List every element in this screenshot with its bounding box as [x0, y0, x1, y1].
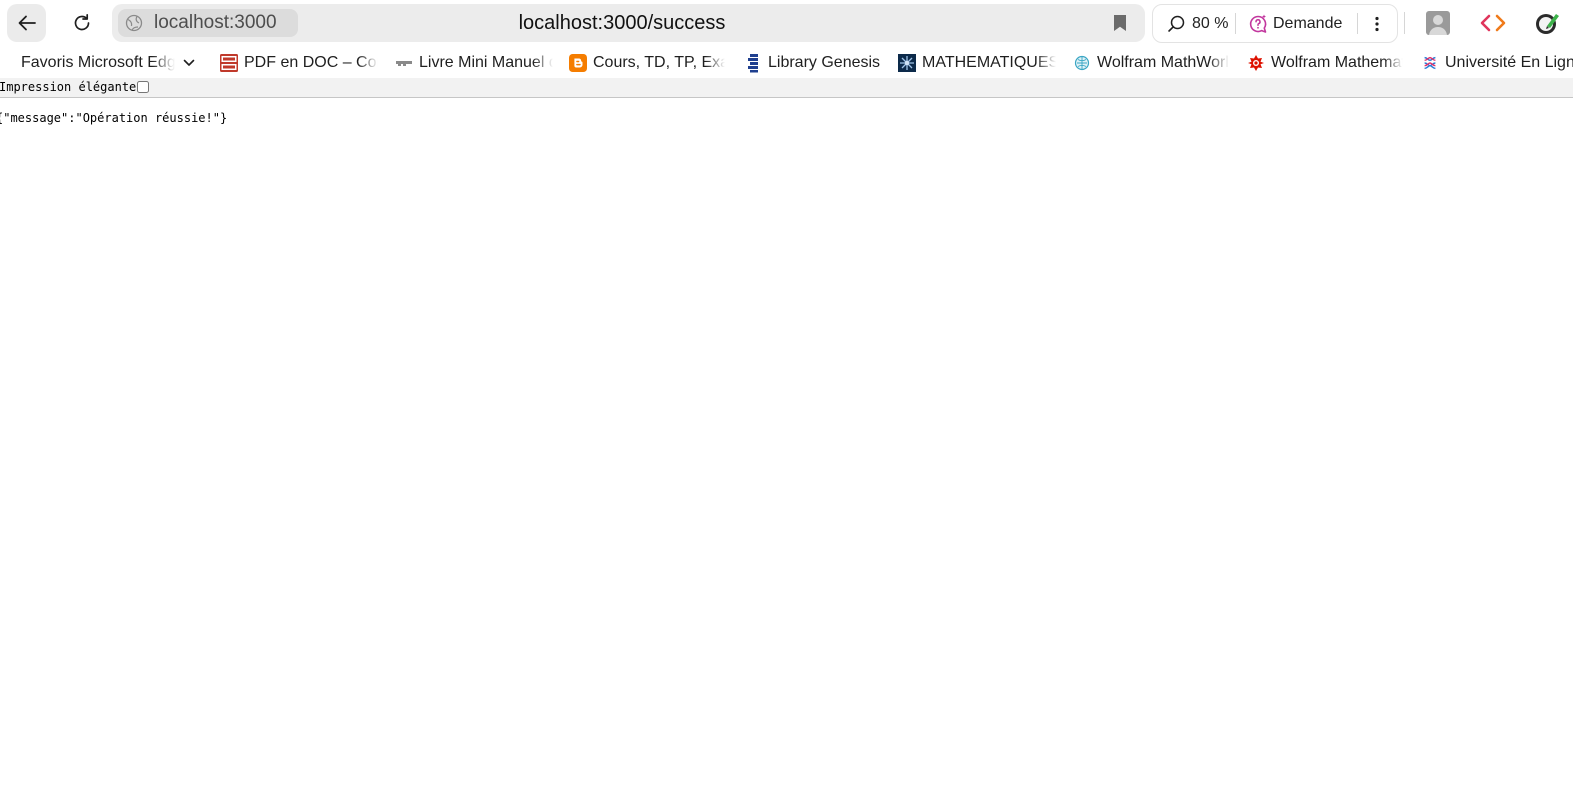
code-extension-button[interactable] [1478, 9, 1508, 37]
bookmark-pdf-en-doc[interactable]: PDF en DOC – Convertir [220, 47, 378, 78]
zoom-level: 80 % [1192, 14, 1229, 32]
bookmarks-bar: Favoris Microsoft Edge PDF en DOC – Conv… [0, 47, 1573, 78]
profile-avatar-icon [1426, 11, 1450, 35]
bookmark-folder-favoris[interactable]: Favoris Microsoft Edge [21, 47, 195, 78]
arrow-left-icon [18, 15, 36, 31]
page-actions-group: 80 % Demande [1152, 4, 1398, 43]
divider [1357, 13, 1358, 34]
profile-extension-button[interactable] [1424, 9, 1452, 37]
wolfram-icon [1247, 54, 1265, 72]
bookmark-label: PDF en DOC – Convertir [244, 53, 378, 71]
bookmark-label: Library Genesis [768, 53, 881, 71]
reload-button[interactable] [63, 4, 101, 42]
pretty-print-checkbox[interactable] [137, 81, 149, 93]
site-info-chip[interactable]: localhost:3000 [118, 9, 298, 37]
zoom-indicator[interactable]: 80 % [1167, 5, 1228, 42]
kebab-menu-icon [1375, 16, 1379, 31]
globe-icon [124, 13, 144, 33]
divider [1235, 13, 1236, 34]
json-response-body: {"message":"Opération réussie!"} [0, 111, 228, 125]
blogger-icon [569, 53, 587, 72]
ask-ai-icon [1249, 14, 1267, 33]
bookmark-wolfram-mathematica[interactable]: Wolfram Mathematica [1247, 47, 1403, 78]
mathworld-icon [1073, 54, 1091, 72]
grammar-extension-button[interactable] [1531, 8, 1563, 38]
library-genesis-icon [744, 53, 762, 72]
bookmark-library-genesis[interactable]: Library Genesis [744, 47, 880, 78]
bookmark-label: Université En Ligne [1445, 53, 1573, 71]
bookmark-cours-td-tp[interactable]: Cours, TD, TP, Exams [569, 47, 725, 78]
uel-icon [1421, 54, 1439, 72]
bookmark-mathematiques[interactable]: MATHEMATIQUES [898, 47, 1056, 78]
reload-icon [74, 13, 90, 31]
bookmark-label: Livre Mini Manuel de [419, 53, 553, 71]
bookmark-page-icon[interactable] [1113, 14, 1127, 37]
back-button[interactable] [7, 4, 46, 42]
bookmark-universite-en-ligne[interactable]: Université En Ligne [1421, 47, 1573, 78]
divider [1404, 12, 1405, 34]
address-bar[interactable]: localhost:3000/success localhost:3000 [112, 4, 1145, 42]
bookmark-label: Wolfram MathWorld [1097, 53, 1229, 71]
book-icon [395, 54, 413, 72]
bookmark-label: Cours, TD, TP, Exams [593, 53, 725, 71]
ask-button-label: Demande [1273, 14, 1343, 32]
site-chip-label: localhost:3000 [154, 12, 277, 33]
more-menu-button[interactable] [1365, 5, 1389, 42]
chevron-down-icon [183, 59, 195, 67]
zoom-icon [1168, 15, 1185, 32]
bookmark-wolfram-mathworld[interactable]: Wolfram MathWorld [1073, 47, 1229, 78]
bookmark-label: Favoris Microsoft Edge [21, 53, 175, 71]
browser-toolbar: localhost:3000/success localhost:3000 80… [0, 0, 1573, 47]
pen-extension-icon [1536, 14, 1559, 34]
pretty-print-label: Impression élégante [0, 80, 137, 94]
pdf-doc-icon [220, 53, 238, 72]
math-star-icon [898, 53, 916, 72]
bookmark-livre-mini-manuel[interactable]: Livre Mini Manuel de [395, 47, 553, 78]
pretty-print-bar: Impression élégante [0, 78, 1573, 98]
ask-button[interactable]: Demande [1247, 5, 1342, 42]
code-brackets-icon [1480, 14, 1506, 32]
bookmark-label: Wolfram Mathematica [1271, 53, 1403, 71]
bookmark-label: MATHEMATIQUES [922, 53, 1056, 71]
